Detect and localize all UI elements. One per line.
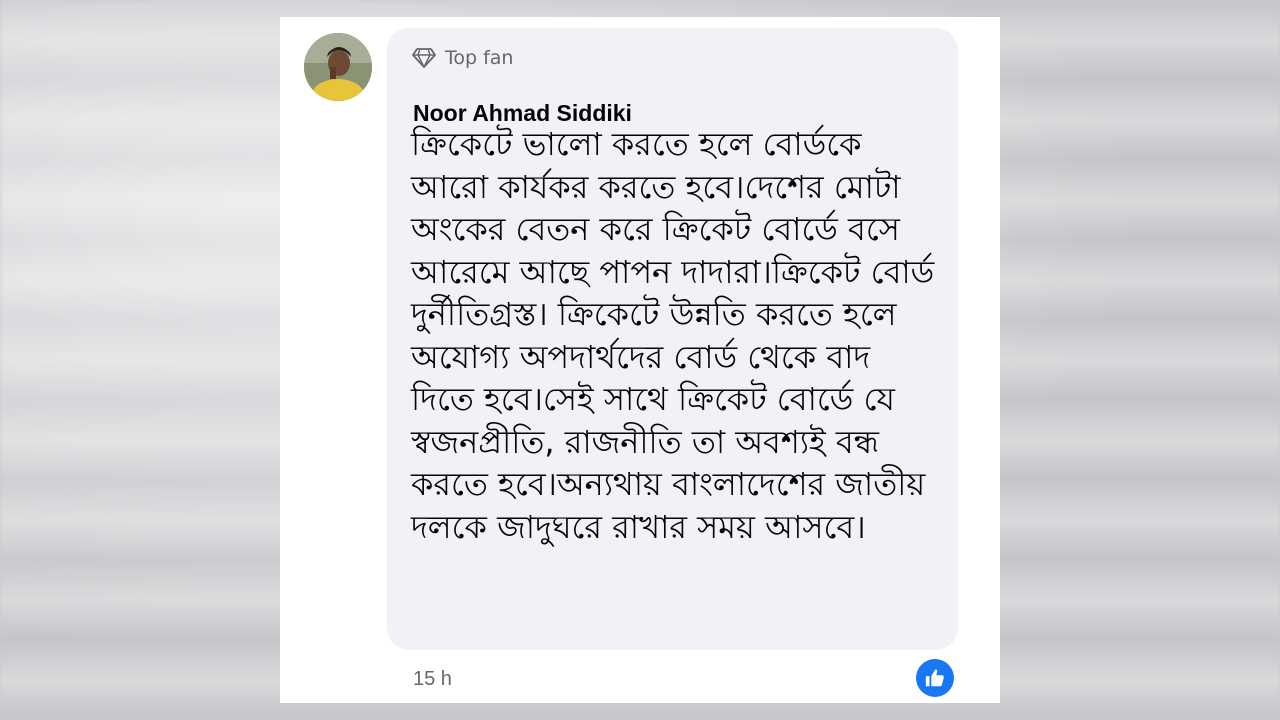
comment-bubble: Top fan Noor Ahmad Siddiki ক্রিকেটে ভালো… xyxy=(387,28,958,650)
comment-card: Top fan Noor Ahmad Siddiki ক্রিকেটে ভালো… xyxy=(280,17,1000,703)
like-reaction-button[interactable] xyxy=(916,659,954,697)
like-icon xyxy=(925,669,944,687)
comment-timestamp[interactable]: 15 h xyxy=(413,668,452,691)
avatar[interactable] xyxy=(304,33,372,101)
badge-label: Top fan xyxy=(445,47,514,69)
comment-text: ক্রিকেটে ভালো করতে হলে বোর্ডকে আরো কার্য… xyxy=(411,125,935,546)
avatar-image xyxy=(304,33,372,101)
diamond-icon xyxy=(412,48,436,68)
top-fan-badge: Top fan xyxy=(412,47,513,69)
